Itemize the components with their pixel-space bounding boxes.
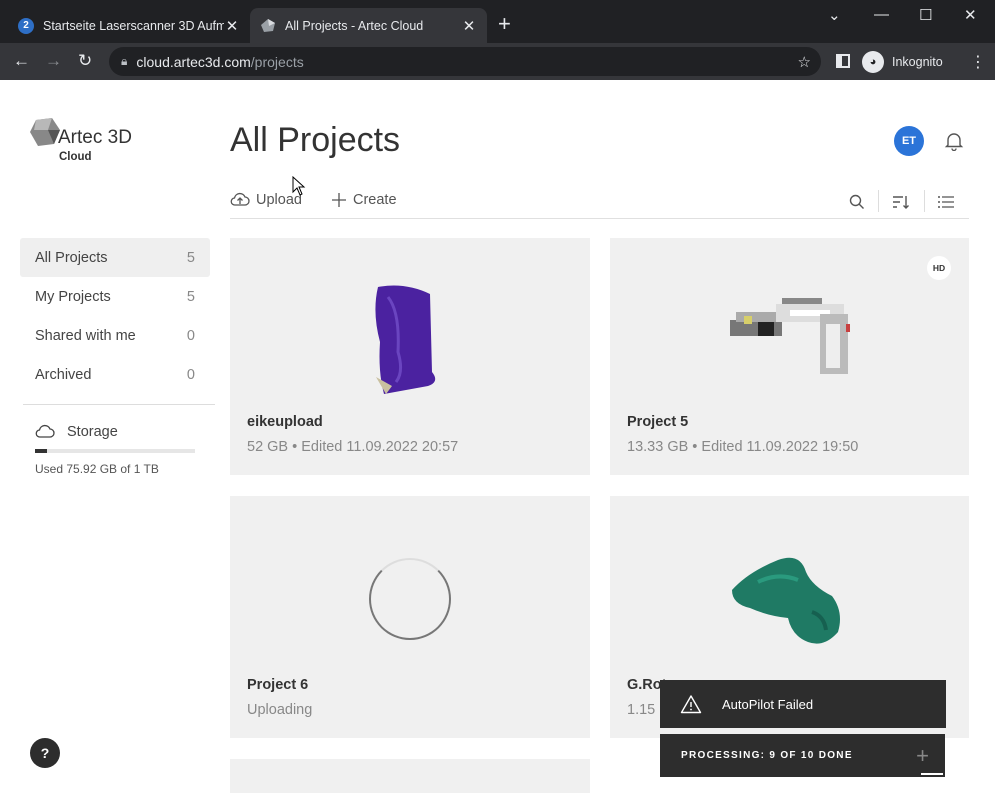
tab-laserscanner[interactable]: 2 Startseite Laserscanner 3D Aufma ✕ (8, 8, 250, 43)
warning-icon (680, 695, 702, 714)
project-meta: 13.33 GB • Edited 11.09.2022 19:50 (627, 439, 859, 455)
toolbar-separator (924, 190, 925, 212)
artec-cloud-app: Artec 3D Cloud All Projects 5 My Project… (0, 80, 995, 793)
sidebar-item-label: All Projects (35, 249, 108, 266)
sidebar-item-all-projects[interactable]: All Projects 5 (20, 238, 210, 277)
search-icon[interactable] (849, 194, 865, 210)
project-thumbnail (730, 298, 850, 374)
project-status: Uploading (247, 702, 313, 718)
minimize-bar (921, 773, 943, 775)
expand-icon[interactable]: + (916, 743, 929, 769)
project-meta: 52 GB • Edited 11.09.2022 20:57 (247, 439, 459, 455)
sort-icon[interactable] (892, 194, 910, 210)
toast-message: AutoPilot Failed (722, 696, 814, 712)
sidebar-item-count: 0 (186, 327, 195, 344)
address-bar[interactable]: 🔒︎ cloud.artec3d.com/projects ☆ (109, 47, 821, 76)
project-name: Project 5 (627, 414, 689, 430)
storage-panel[interactable]: Storage Used 75.92 GB of 1 TB (35, 424, 195, 476)
sidebar-item-shared-with-me[interactable]: Shared with me 0 (20, 316, 210, 355)
project-actions-bar: Upload Create (230, 190, 969, 219)
storage-usage-fill (35, 449, 47, 453)
close-tab-icon[interactable]: ✕ (224, 17, 240, 35)
window-close-icon[interactable]: ✕ (964, 6, 977, 24)
project-card-eikeupload[interactable]: eikeupload 52 GB • Edited 11.09.2022 20:… (230, 238, 590, 475)
url-path: /projects (250, 53, 304, 70)
sidebar-item-count: 0 (186, 366, 195, 383)
create-label: Create (353, 192, 397, 208)
cloud-upload-icon (230, 192, 250, 206)
sidebar-item-label: Shared with me (35, 327, 136, 344)
page-title: All Projects (230, 121, 401, 159)
project-name: Project 6 (247, 677, 309, 693)
autopilot-failed-toast[interactable]: AutoPilot Failed (660, 680, 946, 728)
processing-status-text: PROCESSING: 9 OF 10 DONE (681, 750, 853, 761)
sidebar-nav: All Projects 5 My Projects 5 Shared with… (20, 238, 210, 394)
reload-icon[interactable]: ↻ (78, 51, 92, 71)
project-card-project-6[interactable]: Project 6 Uploading (230, 496, 590, 738)
mouse-cursor-icon (292, 176, 306, 196)
plus-icon (332, 193, 346, 207)
sidebar-item-label: Archived (35, 366, 92, 383)
logo-subtitle: Cloud (59, 151, 92, 163)
tab-artec-cloud[interactable]: All Projects - Artec Cloud ✕ (250, 8, 487, 43)
forward-icon[interactable]: → (45, 51, 62, 71)
logo-wordmark: Artec 3D (58, 127, 132, 148)
minimize-icon[interactable]: — (874, 6, 889, 23)
artec-logo[interactable]: Artec 3D Cloud (30, 118, 132, 163)
incognito-indicator[interactable]: ◕ Inkognito (862, 49, 943, 74)
project-name: eikeupload (247, 414, 323, 430)
processing-status-toast[interactable]: PROCESSING: 9 OF 10 DONE + (660, 734, 945, 777)
user-avatar[interactable]: ET (894, 126, 924, 156)
laserscanner-favicon-icon: 2 (18, 17, 34, 34)
browser-menu-icon[interactable]: ⋮ (970, 52, 986, 72)
side-panel-icon[interactable] (836, 54, 850, 68)
url-host: cloud.artec3d.com (136, 53, 251, 70)
notifications-bell-icon[interactable] (944, 131, 964, 151)
project-thumbnail (732, 557, 840, 644)
sidebar-item-count: 5 (186, 249, 195, 266)
sidebar-item-archived[interactable]: Archived 0 (20, 355, 210, 394)
project-card-partial[interactable] (230, 759, 590, 793)
sidebar-item-label: My Projects (35, 288, 111, 305)
sidebar-item-my-projects[interactable]: My Projects 5 (20, 277, 210, 316)
artec-logo-icon (30, 118, 60, 146)
incognito-icon: ◕ (862, 50, 884, 73)
cloud-icon (35, 424, 55, 438)
storage-used-text: Used 75.92 GB of 1 TB (35, 462, 159, 476)
hd-badge: HD (927, 256, 951, 280)
lock-icon: 🔒︎ (121, 54, 128, 68)
back-icon[interactable]: ← (13, 51, 30, 71)
incognito-label: Inkognito (892, 54, 943, 69)
tab-title: Startseite Laserscanner 3D Aufma (43, 18, 224, 33)
toolbar-separator (878, 190, 879, 212)
project-card-project-5[interactable]: HD Project 5 13.33 GB • Edited 11.09.202… (610, 238, 969, 475)
artec-favicon-icon (260, 18, 276, 34)
storage-label: Storage (67, 424, 118, 440)
create-button[interactable]: Create (331, 192, 397, 208)
storage-usage-bar (35, 449, 195, 453)
project-thumbnail (375, 285, 436, 394)
maximize-icon[interactable]: ☐ (919, 6, 932, 24)
new-tab-button[interactable]: + (498, 13, 511, 35)
tab-search-icon[interactable]: ⌄ (828, 6, 841, 24)
browser-toolbar: ← → ↻ 🔒︎ cloud.artec3d.com/projects ☆ ◕ … (0, 43, 995, 80)
tab-title: All Projects - Artec Cloud (285, 18, 424, 33)
help-button[interactable]: ? (30, 738, 60, 768)
sidebar-item-count: 5 (186, 288, 195, 305)
sidebar-divider (23, 404, 215, 405)
close-tab-icon[interactable]: ✕ (461, 17, 477, 35)
bookmark-star-icon[interactable]: ☆ (798, 53, 811, 71)
list-view-icon[interactable] (937, 194, 955, 210)
browser-tab-bar: 2 Startseite Laserscanner 3D Aufma ✕ All… (0, 0, 995, 43)
upload-progress-spinner (369, 558, 451, 640)
